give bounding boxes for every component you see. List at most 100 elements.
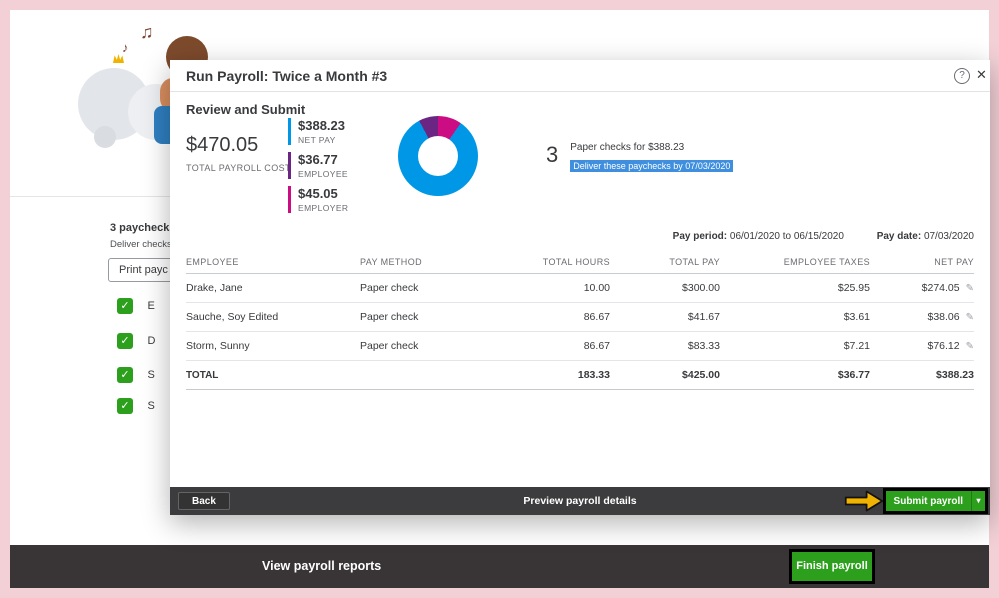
- run-payroll-modal: Run Payroll: Twice a Month #3 ? ✕ Review…: [170, 60, 990, 515]
- net-pay-cell: $76.12 ✎: [870, 331, 974, 361]
- col-total-pay: TOTAL PAY: [610, 250, 720, 274]
- pay-period-label: Pay period:: [672, 231, 728, 242]
- submit-payroll-button[interactable]: Submit payroll ▾: [885, 491, 985, 511]
- net-pay-cell: $274.05 ✎: [870, 273, 974, 303]
- net-pay-sum: $388.23: [870, 360, 974, 390]
- employee-label: E: [147, 299, 155, 312]
- edit-pencil-icon[interactable]: ✎: [966, 341, 974, 352]
- col-employee-taxes: EMPLOYEE TAXES: [720, 250, 870, 274]
- legend-net-pay: $388.23 NET PAY: [288, 118, 348, 145]
- employee-check-row: ✓ S: [117, 366, 155, 383]
- deliver-checks-text: Deliver checks t: [110, 239, 178, 250]
- employee-check-row: ✓ D: [117, 332, 156, 349]
- employee-taxes: $25.95: [720, 273, 870, 303]
- legend-color-bar: [288, 186, 291, 213]
- net-pay: $76.12: [927, 340, 960, 352]
- bottom-action-bar: View payroll reports Finish payroll: [10, 545, 989, 588]
- submit-payroll-label: Submit payroll: [893, 495, 963, 507]
- pay-period-value: 06/01/2020 to 06/15/2020: [729, 231, 844, 242]
- employee-checkbox[interactable]: ✓: [117, 397, 133, 414]
- employee-name: Drake, Jane: [186, 273, 360, 303]
- net-pay: $274.05: [921, 282, 960, 294]
- modal-footer-bar: Back Preview payroll details Submit payr…: [170, 487, 990, 515]
- table-row: Storm, Sunny Paper check 86.67 $83.33 $7…: [186, 331, 974, 361]
- employee-taxes: $7.21: [720, 331, 870, 361]
- close-icon[interactable]: ✕: [976, 67, 987, 83]
- bush-shape: [94, 126, 116, 148]
- pay-date-label: Pay date:: [876, 231, 922, 242]
- total-label: TOTAL: [186, 360, 360, 390]
- total-pay: $41.67: [610, 302, 720, 332]
- employee-checkbox[interactable]: ✓: [117, 332, 133, 349]
- col-employee: EMPLOYEE: [186, 250, 360, 274]
- payroll-donut-chart: [398, 116, 478, 196]
- total-hours-sum: 183.33: [500, 360, 610, 390]
- legend-label: EMPLOYEE: [298, 169, 348, 179]
- legend-label: EMPLOYER: [298, 203, 349, 213]
- total-hours: 10.00: [500, 273, 610, 303]
- legend-amount: $36.77: [298, 152, 338, 167]
- employee-name: Storm, Sunny: [186, 331, 360, 361]
- employee-checkbox[interactable]: ✓: [117, 297, 133, 314]
- view-payroll-reports-link[interactable]: View payroll reports: [262, 545, 381, 588]
- net-pay: $38.06: [927, 311, 960, 323]
- table-total-row: TOTAL 183.33 $425.00 $36.77 $388.23: [186, 360, 974, 390]
- total-payroll-cost: $470.05 TOTAL PAYROLL COST: [186, 134, 291, 173]
- total-pay: $83.33: [610, 331, 720, 361]
- total-pay-sum: $425.00: [610, 360, 720, 390]
- legend-color-bar: [288, 118, 291, 145]
- total-amount: $470.05: [186, 134, 259, 156]
- edit-pencil-icon[interactable]: ✎: [966, 283, 974, 294]
- legend-employer: $45.05 EMPLOYER: [288, 186, 348, 213]
- music-note-icon: ♫: [140, 22, 154, 42]
- pay-period-info: Pay period: 06/01/2020 to 06/15/2020 Pay…: [673, 231, 974, 242]
- annotation-highlight-box: Submit payroll ▾: [882, 488, 988, 514]
- annotation-arrow-icon: [844, 490, 884, 512]
- employee-checkbox[interactable]: ✓: [117, 366, 133, 383]
- section-title: Review and Submit: [186, 102, 306, 117]
- employee-label: S: [147, 368, 155, 381]
- legend-color-bar: [288, 152, 291, 179]
- paper-checks-info: 3 Paper checks for $388.23 Deliver these…: [546, 142, 734, 174]
- music-note-icon: ♪: [122, 40, 129, 55]
- employee-label: D: [147, 334, 156, 347]
- deliver-by-line: Deliver these paychecks by 07/03/2020: [570, 156, 734, 174]
- legend-amount: $45.05: [298, 186, 338, 201]
- legend-amount: $388.23: [298, 118, 345, 133]
- net-pay-cell: $38.06 ✎: [870, 302, 974, 332]
- annotation-highlight-box: Finish payroll: [789, 549, 875, 584]
- employee-taxes-sum: $36.77: [720, 360, 870, 390]
- legend-employee: $36.77 EMPLOYEE: [288, 152, 348, 179]
- total-hours: 86.67: [500, 302, 610, 332]
- employee-label: S: [147, 399, 155, 412]
- table-row: Drake, Jane Paper check 10.00 $300.00 $2…: [186, 273, 974, 303]
- total-hours: 86.67: [500, 331, 610, 361]
- table-header-row: EMPLOYEE PAY METHOD TOTAL HOURS TOTAL PA…: [186, 250, 974, 274]
- modal-header: Run Payroll: Twice a Month #3 ? ✕: [170, 60, 990, 92]
- empty-cell: [360, 360, 500, 390]
- pay-method: Paper check: [360, 273, 500, 303]
- employee-taxes: $3.61: [720, 302, 870, 332]
- deliver-by-highlighted-text: Deliver these paychecks by 07/03/2020: [570, 160, 734, 172]
- col-total-hours: TOTAL HOURS: [500, 250, 610, 274]
- edit-pencil-icon[interactable]: ✎: [966, 312, 974, 323]
- total-label: TOTAL PAYROLL COST: [186, 163, 291, 173]
- leaf-shape: [113, 54, 124, 63]
- pay-method: Paper check: [360, 302, 500, 332]
- employee-name: Sauche, Soy Edited: [186, 302, 360, 332]
- cost-legend: $388.23 NET PAY $36.77 EMPLOYEE $45.05 E…: [288, 118, 348, 213]
- checks-count: 3: [546, 142, 559, 167]
- payroll-table: EMPLOYEE PAY METHOD TOTAL HOURS TOTAL PA…: [186, 250, 974, 390]
- dropdown-caret-icon[interactable]: ▾: [971, 491, 985, 511]
- employee-check-row: ✓ S: [117, 397, 155, 414]
- help-icon[interactable]: ?: [954, 68, 970, 84]
- col-net-pay: NET PAY: [870, 250, 974, 274]
- col-pay-method: PAY METHOD: [360, 250, 500, 274]
- table-row: Sauche, Soy Edited Paper check 86.67 $41…: [186, 302, 974, 332]
- legend-label: NET PAY: [298, 135, 336, 145]
- pay-method: Paper check: [360, 331, 500, 361]
- modal-title: Run Payroll: Twice a Month #3: [186, 68, 388, 84]
- finish-payroll-button[interactable]: Finish payroll: [792, 552, 872, 581]
- checks-description: Paper checks for $388.23: [570, 142, 685, 153]
- pay-date-value: 07/03/2020: [923, 231, 974, 242]
